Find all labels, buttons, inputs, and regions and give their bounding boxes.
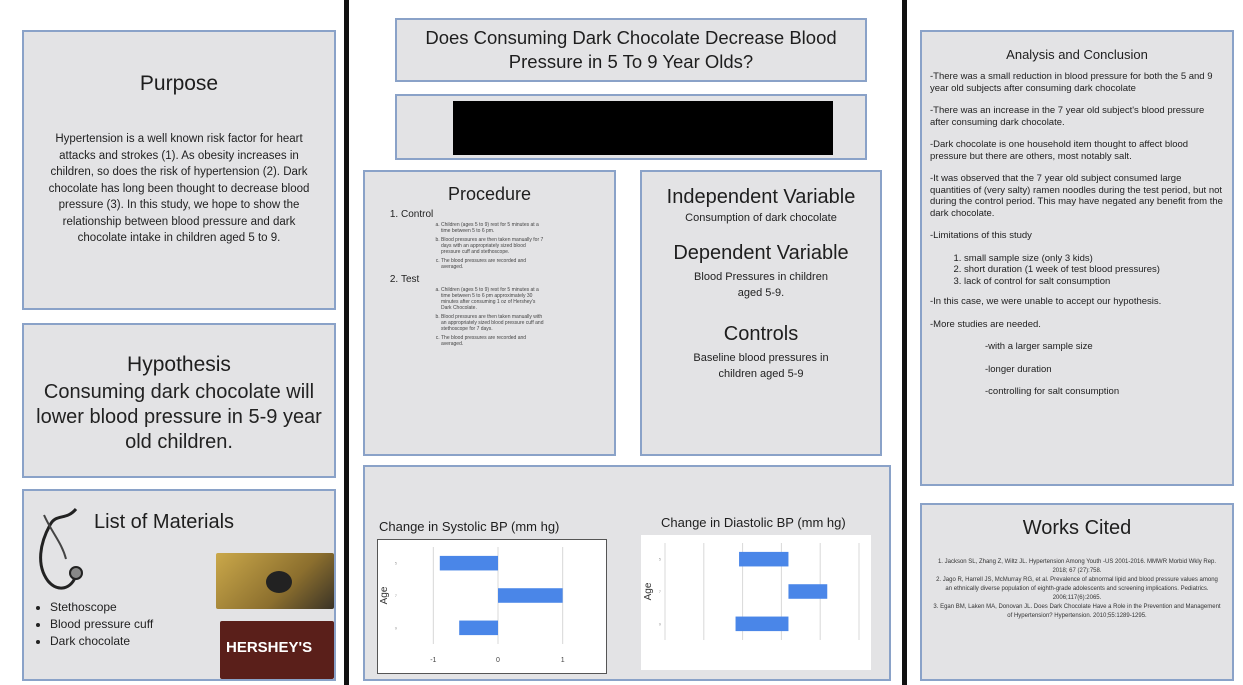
systolic-chart: Age579-1 0 1 bbox=[377, 539, 607, 674]
analysis-box: Analysis and Conclusion -There was a sma… bbox=[920, 30, 1234, 486]
diastolic-chart: Age579 bbox=[641, 535, 871, 670]
diastolic-bar bbox=[788, 584, 828, 599]
variables-box: Independent Variable Consumption of dark… bbox=[640, 170, 882, 456]
redacted-author bbox=[453, 101, 833, 155]
procedure-substep: Children (ages 5 to 9) rest for 5 minute… bbox=[441, 222, 546, 234]
analysis-title: Analysis and Conclusion bbox=[1006, 47, 1148, 62]
analysis-paragraph: -It was observed that the 7 year old sub… bbox=[930, 173, 1223, 219]
analysis-paragraph: -In this case, we were unable to accept … bbox=[930, 296, 1162, 307]
dependent-variable-title: Dependent Variable bbox=[673, 242, 849, 264]
analysis-paragraph: -Dark chocolate is one household item th… bbox=[930, 139, 1189, 162]
analysis-paragraph: -There was a small reduction in blood pr… bbox=[930, 71, 1213, 94]
procedure-substep: Blood pressures are then taken manually … bbox=[441, 237, 546, 255]
materials-box: List of Materials Stethoscope Blood pres… bbox=[22, 489, 336, 681]
diastolic-bar bbox=[735, 616, 789, 632]
citation: 3. Egan BM, Laken MA, Donovan JL. Does D… bbox=[933, 604, 1221, 619]
works-cited-box: Works Cited 1. Jackson SL, Zhang Z, Wilt… bbox=[920, 503, 1234, 681]
procedure-substep: Children (ages 5 to 9) rest for 5 minute… bbox=[441, 287, 546, 311]
material-item: Blood pressure cuff bbox=[50, 616, 153, 633]
analysis-need: -longer duration bbox=[985, 363, 1052, 375]
analysis-content: -There was a small reduction in blood pr… bbox=[930, 71, 1224, 398]
chocolate-wrapper-text: HERSHEY'S bbox=[226, 639, 313, 656]
procedure-substep: The blood pressures are recorded and ave… bbox=[441, 258, 546, 270]
analysis-need: -with a larger sample size bbox=[985, 341, 1093, 352]
controls-body: Baseline blood pressures in children age… bbox=[693, 352, 829, 380]
hypothesis-title: Hypothesis bbox=[127, 353, 231, 376]
systolic-tick-label: 0 bbox=[496, 657, 500, 664]
limitation-item: small sample size (only 3 kids) bbox=[964, 253, 1224, 265]
diastolic-bar bbox=[739, 551, 789, 567]
right-divider bbox=[902, 0, 907, 685]
stethoscope-icon bbox=[39, 507, 83, 590]
procedure-step: Control Children (ages 5 to 9) rest for … bbox=[401, 209, 614, 270]
poster-title: Does Consuming Dark Chocolate Decrease B… bbox=[425, 27, 837, 72]
limitation-item: lack of control for salt consumption bbox=[964, 276, 1224, 288]
bp-cuff-photo bbox=[216, 553, 334, 609]
systolic-tick-label: 1 bbox=[561, 657, 565, 664]
analysis-need: -controlling for salt consumption bbox=[985, 386, 1120, 397]
procedure-box: Procedure Control Children (ages 5 to 9)… bbox=[363, 170, 616, 456]
procedure-substep: Blood pressures are then taken manually … bbox=[441, 314, 546, 332]
chocolate-wrapper-photo: HERSHEY'S bbox=[220, 621, 334, 679]
procedure-step-label: Control bbox=[401, 209, 434, 220]
diastolic-chart-title: Change in Diastolic BP (mm hg) bbox=[661, 515, 846, 530]
author-box bbox=[395, 94, 867, 160]
procedure-steps: Control Children (ages 5 to 9) rest for … bbox=[365, 209, 614, 347]
procedure-title: Procedure bbox=[447, 184, 532, 204]
material-item: Dark chocolate bbox=[50, 633, 153, 650]
independent-variable-body: Consumption of dark chocolate bbox=[685, 212, 837, 224]
works-cited-list: 1. Jackson SL, Zhang Z, Wiltz JL. Hypert… bbox=[932, 558, 1222, 621]
systolic-bar bbox=[439, 555, 498, 571]
controls-title: Controls bbox=[723, 323, 799, 345]
systolic-bar bbox=[498, 588, 563, 603]
analysis-paragraph: -More studies are needed. bbox=[930, 318, 1041, 330]
purpose-body: Hypertension is a well known risk factor… bbox=[48, 133, 310, 244]
left-divider bbox=[344, 0, 349, 685]
systolic-ylabel: Age bbox=[379, 586, 390, 604]
procedure-step-label: Test bbox=[401, 274, 420, 285]
title-box: Does Consuming Dark Chocolate Decrease B… bbox=[395, 18, 867, 82]
material-item: Stethoscope bbox=[50, 599, 153, 616]
materials-list: Stethoscope Blood pressure cuff Dark cho… bbox=[30, 599, 153, 650]
limitations-list: small sample size (only 3 kids) short du… bbox=[930, 253, 1224, 288]
materials-title: List of Materials bbox=[94, 511, 235, 533]
citation: 1. Jackson SL, Zhang Z, Wiltz JL. Hypert… bbox=[937, 559, 1217, 574]
diastolic-ylabel: Age bbox=[643, 582, 654, 600]
purpose-title: Purpose bbox=[139, 72, 219, 95]
hypothesis-body: Consuming dark chocolate will lower bloo… bbox=[36, 381, 322, 453]
limitation-item: short duration (1 week of test blood pre… bbox=[964, 264, 1224, 276]
citation: 2. Jago R, Harrell JS, McMurray RG, et a… bbox=[936, 577, 1218, 601]
analysis-paragraph: -Limitations of this study bbox=[930, 230, 1032, 241]
independent-variable-title: Independent Variable bbox=[666, 186, 856, 208]
purpose-box: Purpose Hypertension is a well known ris… bbox=[22, 30, 336, 310]
hypothesis-box: Hypothesis Consuming dark chocolate will… bbox=[22, 323, 336, 478]
works-cited-title: Works Cited bbox=[1022, 517, 1132, 539]
analysis-paragraph: -There was an increase in the 7 year old… bbox=[930, 105, 1205, 128]
charts-box: Change in Systolic BP (mm hg) Change in … bbox=[363, 465, 891, 681]
systolic-bar bbox=[459, 620, 498, 636]
procedure-step: Test Children (ages 5 to 9) rest for 5 m… bbox=[401, 274, 614, 347]
dependent-variable-body: Blood Pressures in children aged 5-9. bbox=[694, 271, 828, 299]
procedure-substep: The blood pressures are recorded and ave… bbox=[441, 335, 546, 347]
systolic-chart-title: Change in Systolic BP (mm hg) bbox=[379, 519, 560, 534]
systolic-tick-label: -1 bbox=[430, 657, 436, 664]
